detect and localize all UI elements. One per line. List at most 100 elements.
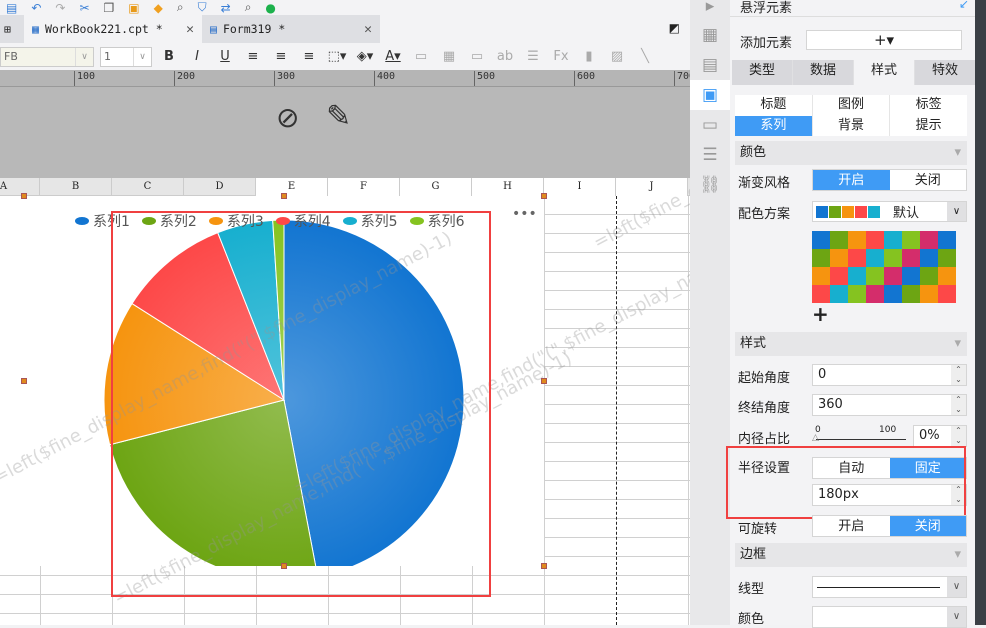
chevron-down-icon[interactable]: ∨ (947, 202, 966, 221)
align-left-icon[interactable]: ≡ (242, 49, 264, 64)
palette-swatch[interactable] (848, 267, 866, 285)
line-type-select[interactable]: ∨ (812, 576, 967, 598)
italic-button[interactable]: I (186, 49, 208, 64)
palette-swatch[interactable] (812, 249, 830, 267)
font-size-select[interactable]: 1 ∨ (100, 46, 152, 67)
subtab-background[interactable]: 背景 (812, 116, 890, 136)
font-select[interactable]: FB ∨ (0, 46, 94, 67)
resize-handle[interactable] (281, 193, 287, 199)
cell-attr-icon[interactable]: ▤ (690, 50, 730, 80)
inner-radius-input[interactable]: 0% ⌃ ⌄ (913, 425, 967, 447)
column-g[interactable]: G (400, 178, 472, 196)
hyperlink-icon[interactable]: ⛓ (690, 170, 730, 200)
underline-button[interactable]: U (214, 49, 236, 64)
column-f[interactable]: F (328, 178, 400, 196)
palette-swatch[interactable] (938, 267, 956, 285)
palette-swatch[interactable] (848, 285, 866, 303)
slash-icon[interactable]: ╲ (634, 49, 656, 64)
column-c[interactable]: C (112, 178, 184, 196)
tab-style[interactable]: 样式 (854, 60, 914, 85)
palette-swatch[interactable] (830, 249, 848, 267)
subtab-title[interactable]: 标题 (735, 95, 812, 116)
resize-handle[interactable] (541, 193, 547, 199)
palette-swatch[interactable] (902, 231, 920, 249)
expand-icon[interactable]: ↙ (959, 0, 969, 11)
scrollbar[interactable] (975, 0, 986, 625)
color-scheme-select[interactable]: 默认 ∨ (812, 201, 967, 222)
palette-swatch[interactable] (920, 249, 938, 267)
palette-swatch[interactable] (812, 231, 830, 249)
image-icon[interactable]: ▨ (606, 49, 628, 64)
save-icon[interactable]: ▤ (6, 1, 17, 15)
text-icon[interactable]: ab (494, 49, 516, 64)
check-icon[interactable]: ● (265, 1, 275, 15)
slider-handle[interactable]: △ (812, 433, 819, 443)
column-j[interactable]: J (616, 178, 688, 196)
palette-swatch[interactable] (884, 267, 902, 285)
palette-swatch[interactable] (902, 285, 920, 303)
palette-swatch[interactable] (830, 285, 848, 303)
tab-workbook[interactable]: ▦ WorkBook221.cpt * ✕ (24, 15, 202, 43)
table-icon[interactable]: ▦ (438, 49, 460, 64)
palette-swatch[interactable] (884, 285, 902, 303)
text-field-icon[interactable]: ▭ (466, 49, 488, 64)
border-icon[interactable]: ⬚▾ (326, 49, 348, 64)
align-right-icon[interactable]: ≡ (298, 49, 320, 64)
start-angle-input[interactable]: 0 ⌃ ⌄ (812, 364, 967, 386)
tab-type[interactable]: 类型 (732, 60, 792, 85)
column-e[interactable]: E (256, 178, 328, 196)
copy-icon[interactable]: ❐ (104, 1, 115, 15)
sync-icon[interactable]: ⇄ (221, 1, 231, 15)
tab-form[interactable]: ▤ Form319 * ✕ (202, 15, 380, 43)
align-center-icon[interactable]: ≡ (270, 49, 292, 64)
palette-swatch[interactable] (866, 285, 884, 303)
add-element-button[interactable]: +▾ (806, 30, 962, 50)
redo-icon[interactable]: ↷ (55, 1, 65, 15)
pencil-icon[interactable]: ✎ (326, 99, 351, 134)
bold-button[interactable]: B (158, 49, 180, 64)
palette-swatch[interactable] (902, 249, 920, 267)
more-icon[interactable]: ••• (512, 206, 537, 222)
palette-swatch[interactable] (938, 285, 956, 303)
widget-icon[interactable]: ▭ (690, 110, 730, 140)
chart-icon[interactable]: ▮ (578, 49, 600, 64)
end-angle-input[interactable]: 360 ⌃ ⌄ (812, 394, 967, 416)
cell-element-icon[interactable]: ▦ (690, 20, 730, 50)
search-report-icon[interactable]: ⌕ (245, 0, 252, 15)
condition-icon[interactable]: ☰ (690, 140, 730, 170)
format-painter-icon[interactable]: ◆ (154, 1, 163, 15)
column-b[interactable]: B (40, 178, 112, 196)
palette-swatch[interactable] (920, 267, 938, 285)
new-tab-icon[interactable]: ⊞ (0, 15, 24, 43)
resize-handle[interactable] (21, 193, 27, 199)
eye-slash-icon[interactable]: ⊘ (276, 101, 299, 134)
tab-effect[interactable]: 特效 (915, 60, 975, 85)
cut-icon[interactable]: ✂ (79, 1, 89, 15)
inner-radius-slider[interactable] (816, 439, 906, 440)
palette-swatch[interactable] (920, 285, 938, 303)
palette-swatch[interactable] (938, 249, 956, 267)
rotate-off-button[interactable]: 关闭 (889, 516, 966, 536)
section-style[interactable]: 样式 (735, 332, 967, 356)
column-i[interactable]: I (544, 178, 616, 196)
undo-icon[interactable]: ↶ (31, 1, 41, 15)
palette-swatch[interactable] (884, 249, 902, 267)
fill-color-icon[interactable]: ◈▾ (354, 49, 376, 64)
formula-icon[interactable]: Fx (550, 49, 572, 64)
rich-text-icon[interactable]: ☰ (522, 49, 544, 64)
gradient-off-button[interactable]: 关闭 (890, 170, 967, 190)
palette-swatch[interactable] (812, 285, 830, 303)
palette-swatch[interactable] (830, 231, 848, 249)
merge-icon[interactable]: ▭ (410, 49, 432, 64)
palette-swatch[interactable] (866, 249, 884, 267)
font-color-icon[interactable]: A▾ (382, 49, 404, 64)
palette-swatch[interactable] (866, 231, 884, 249)
close-icon[interactable]: ✕ (364, 22, 372, 37)
section-color[interactable]: 颜色 (735, 141, 967, 165)
collapse-icon[interactable]: ▸ (690, 0, 730, 20)
shield-icon[interactable]: ⛉ (198, 0, 207, 15)
palette-swatch[interactable] (812, 267, 830, 285)
resize-handle[interactable] (281, 563, 287, 569)
preview-icon[interactable]: ⌕ (177, 0, 184, 15)
subtab-legend[interactable]: 图例 (812, 95, 890, 116)
